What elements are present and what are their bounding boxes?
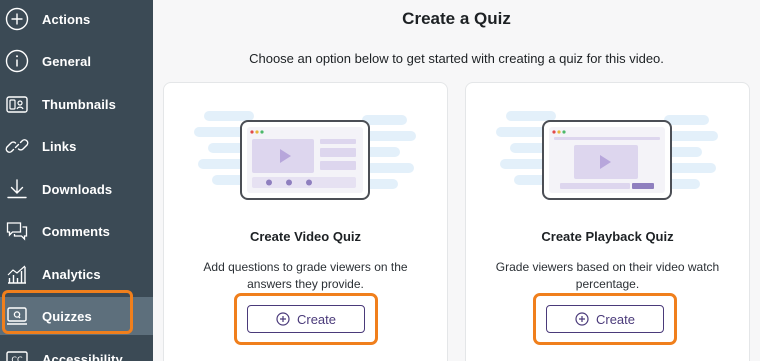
thumbnails-icon	[4, 91, 30, 117]
sidebar-item-comments[interactable]: Comments	[0, 212, 153, 250]
create-button-label: Create	[296, 311, 337, 327]
create-button-label: Create	[595, 311, 636, 327]
sidebar-item-label: Accessibility	[42, 351, 123, 361]
create-playback-quiz-button[interactable]: Create	[546, 305, 664, 333]
create-playback-quiz-highlight-outline: Create	[533, 293, 677, 345]
sidebar-item-label: Thumbnails	[42, 96, 116, 112]
page-subtitle: Choose an option below to get started wi…	[249, 51, 664, 66]
info-circle-icon	[4, 48, 30, 74]
playback-quiz-description: Grade viewers based on their video watch…	[495, 260, 720, 291]
video-quiz-card: Create Video Quiz Add questions to grade…	[163, 82, 448, 361]
playback-quiz-illustration	[496, 93, 721, 213]
video-quiz-title: Create Video Quiz	[249, 229, 361, 244]
sidebar-item-label: Actions	[42, 11, 91, 27]
sidebar-item-general[interactable]: General	[0, 42, 153, 80]
video-quiz-description: Add questions to grade viewers on the an…	[203, 260, 408, 291]
playback-quiz-card: Create Playback Quiz Grade viewers based…	[465, 82, 750, 361]
download-icon	[4, 176, 30, 202]
playback-quiz-title: Create Playback Quiz	[541, 229, 674, 244]
plus-circle-icon	[575, 312, 589, 326]
plus-circle-icon	[276, 312, 290, 326]
svg-text:CC: CC	[11, 356, 23, 361]
video-quiz-illustration	[194, 93, 419, 213]
sidebar-item-links[interactable]: Links	[0, 127, 153, 165]
analytics-icon	[4, 261, 30, 287]
plus-circle-icon	[4, 6, 30, 32]
sidebar-item-label: General	[42, 53, 92, 69]
sidebar-item-label: Downloads	[42, 181, 113, 197]
sidebar-item-downloads[interactable]: Downloads	[0, 170, 153, 208]
link-icon	[4, 133, 30, 159]
sidebar-item-label: Links	[42, 138, 77, 154]
quizzes-highlight-outline	[2, 290, 133, 334]
closed-captions-icon: CC	[4, 346, 30, 361]
create-video-quiz-button[interactable]: Create	[247, 305, 365, 333]
page-title: Create a Quiz	[402, 9, 511, 28]
quiz-settings-page: Actions General Thumbnails Links Downloa	[0, 0, 760, 361]
comments-icon	[4, 218, 30, 244]
create-video-quiz-highlight-outline: Create	[234, 293, 378, 345]
sidebar: Actions General Thumbnails Links Downloa	[0, 0, 153, 361]
sidebar-item-label: Comments	[42, 223, 110, 239]
main-content: Create a Quiz Choose an option below to …	[153, 0, 760, 361]
sidebar-item-thumbnails[interactable]: Thumbnails	[0, 85, 153, 123]
sidebar-item-accessibility[interactable]: CC Accessibility	[0, 340, 153, 361]
sidebar-item-analytics[interactable]: Analytics	[0, 255, 153, 293]
sidebar-item-actions[interactable]: Actions	[0, 0, 153, 38]
sidebar-item-label: Analytics	[42, 266, 101, 282]
